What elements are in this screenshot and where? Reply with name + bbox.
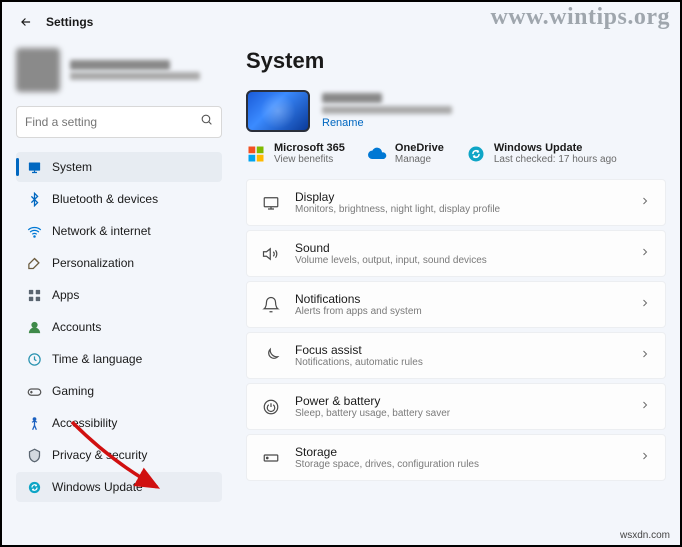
tile-sub: View benefits: [274, 154, 345, 165]
privacy-icon: [26, 447, 42, 463]
device-model: [322, 106, 452, 114]
onedrive-icon: [367, 144, 387, 164]
sidebar: System Bluetooth & devices Network & int…: [2, 38, 232, 545]
card-notifications[interactable]: Notifications Alerts from apps and syste…: [246, 281, 666, 328]
sidebar-item-personalization[interactable]: Personalization: [16, 248, 222, 278]
sidebar-nav: System Bluetooth & devices Network & int…: [16, 152, 222, 502]
tile-title: Microsoft 365: [274, 142, 345, 154]
card-sub: Notifications, automatic rules: [295, 357, 625, 368]
card-sub: Sleep, battery usage, battery saver: [295, 408, 625, 419]
sidebar-item-network[interactable]: Network & internet: [16, 216, 222, 246]
sound-icon: [261, 244, 281, 264]
sidebar-item-label: Accounts: [52, 320, 101, 334]
search-input[interactable]: [25, 115, 200, 129]
chevron-right-icon: [639, 347, 651, 365]
card-title: Notifications: [295, 292, 625, 306]
rename-link[interactable]: Rename: [322, 117, 452, 129]
card-sub: Alerts from apps and system: [295, 306, 625, 317]
personalization-icon: [26, 255, 42, 271]
card-title: Power & battery: [295, 394, 625, 408]
card-title: Focus assist: [295, 343, 625, 357]
display-icon: [261, 193, 281, 213]
tile-windows-update[interactable]: Windows Update Last checked: 17 hours ag…: [466, 142, 617, 165]
tile-title: Windows Update: [494, 142, 617, 154]
quick-tiles: Microsoft 365 View benefits OneDrive Man…: [246, 142, 666, 165]
tile-sub: Manage: [395, 154, 444, 165]
device-info: Rename: [246, 90, 666, 132]
chevron-right-icon: [639, 296, 651, 314]
page-title: System: [246, 48, 666, 74]
sidebar-item-label: Privacy & security: [52, 448, 147, 462]
sidebar-item-time-language[interactable]: Time & language: [16, 344, 222, 374]
windows-update-icon: [26, 479, 42, 495]
profile-email: [70, 72, 200, 80]
focus-assist-icon: [261, 346, 281, 366]
card-storage[interactable]: Storage Storage space, drives, configura…: [246, 434, 666, 481]
tile-onedrive[interactable]: OneDrive Manage: [367, 142, 444, 165]
sidebar-item-label: Bluetooth & devices: [52, 192, 158, 206]
sidebar-item-system[interactable]: System: [16, 152, 222, 182]
sidebar-item-privacy[interactable]: Privacy & security: [16, 440, 222, 470]
search-box[interactable]: [16, 106, 222, 138]
microsoft-365-icon: [246, 144, 266, 164]
watermark-footer: wsxdn.com: [620, 530, 670, 541]
tile-microsoft-365[interactable]: Microsoft 365 View benefits: [246, 142, 345, 165]
sidebar-item-gaming[interactable]: Gaming: [16, 376, 222, 406]
tile-sub: Last checked: 17 hours ago: [494, 154, 617, 165]
card-display[interactable]: Display Monitors, brightness, night ligh…: [246, 179, 666, 226]
notifications-icon: [261, 295, 281, 315]
sidebar-item-label: Gaming: [52, 384, 94, 398]
device-name: [322, 93, 382, 103]
card-title: Storage: [295, 445, 625, 459]
tile-title: OneDrive: [395, 142, 444, 154]
sidebar-item-label: Time & language: [52, 352, 142, 366]
network-icon: [26, 223, 42, 239]
sidebar-item-label: Network & internet: [52, 224, 151, 238]
card-sound[interactable]: Sound Volume levels, output, input, soun…: [246, 230, 666, 277]
system-icon: [26, 159, 42, 175]
chevron-right-icon: [639, 398, 651, 416]
card-sub: Monitors, brightness, night light, displ…: [295, 204, 625, 215]
card-power-battery[interactable]: Power & battery Sleep, battery usage, ba…: [246, 383, 666, 430]
sidebar-item-label: Apps: [52, 288, 79, 302]
sidebar-item-label: Accessibility: [52, 416, 117, 430]
time-language-icon: [26, 351, 42, 367]
avatar: [16, 48, 60, 92]
chevron-right-icon: [639, 245, 651, 263]
card-title: Sound: [295, 241, 625, 255]
search-icon: [200, 113, 213, 131]
accounts-icon: [26, 319, 42, 335]
gaming-icon: [26, 383, 42, 399]
card-sub: Volume levels, output, input, sound devi…: [295, 255, 625, 266]
sidebar-item-bluetooth[interactable]: Bluetooth & devices: [16, 184, 222, 214]
back-button[interactable]: [16, 12, 36, 32]
sidebar-item-accounts[interactable]: Accounts: [16, 312, 222, 342]
power-icon: [261, 397, 281, 417]
sidebar-item-windows-update[interactable]: Windows Update: [16, 472, 222, 502]
bluetooth-icon: [26, 191, 42, 207]
sidebar-item-label: System: [52, 160, 92, 174]
card-title: Display: [295, 190, 625, 204]
storage-icon: [261, 448, 281, 468]
profile-block[interactable]: [16, 44, 222, 106]
chevron-right-icon: [639, 194, 651, 212]
device-image: [246, 90, 310, 132]
settings-cards: Display Monitors, brightness, night ligh…: [246, 179, 666, 481]
sidebar-item-accessibility[interactable]: Accessibility: [16, 408, 222, 438]
sidebar-item-label: Personalization: [52, 256, 134, 270]
apps-icon: [26, 287, 42, 303]
windows-update-tile-icon: [466, 144, 486, 164]
accessibility-icon: [26, 415, 42, 431]
sidebar-item-apps[interactable]: Apps: [16, 280, 222, 310]
profile-name: [70, 60, 170, 70]
main-content: System Rename Microsoft 365 View benefit…: [232, 38, 680, 545]
chevron-right-icon: [639, 449, 651, 467]
card-sub: Storage space, drives, configuration rul…: [295, 459, 625, 470]
sidebar-item-label: Windows Update: [52, 480, 143, 494]
card-focus-assist[interactable]: Focus assist Notifications, automatic ru…: [246, 332, 666, 379]
watermark-text: www.wintips.org: [490, 4, 670, 31]
settings-title: Settings: [46, 15, 93, 29]
